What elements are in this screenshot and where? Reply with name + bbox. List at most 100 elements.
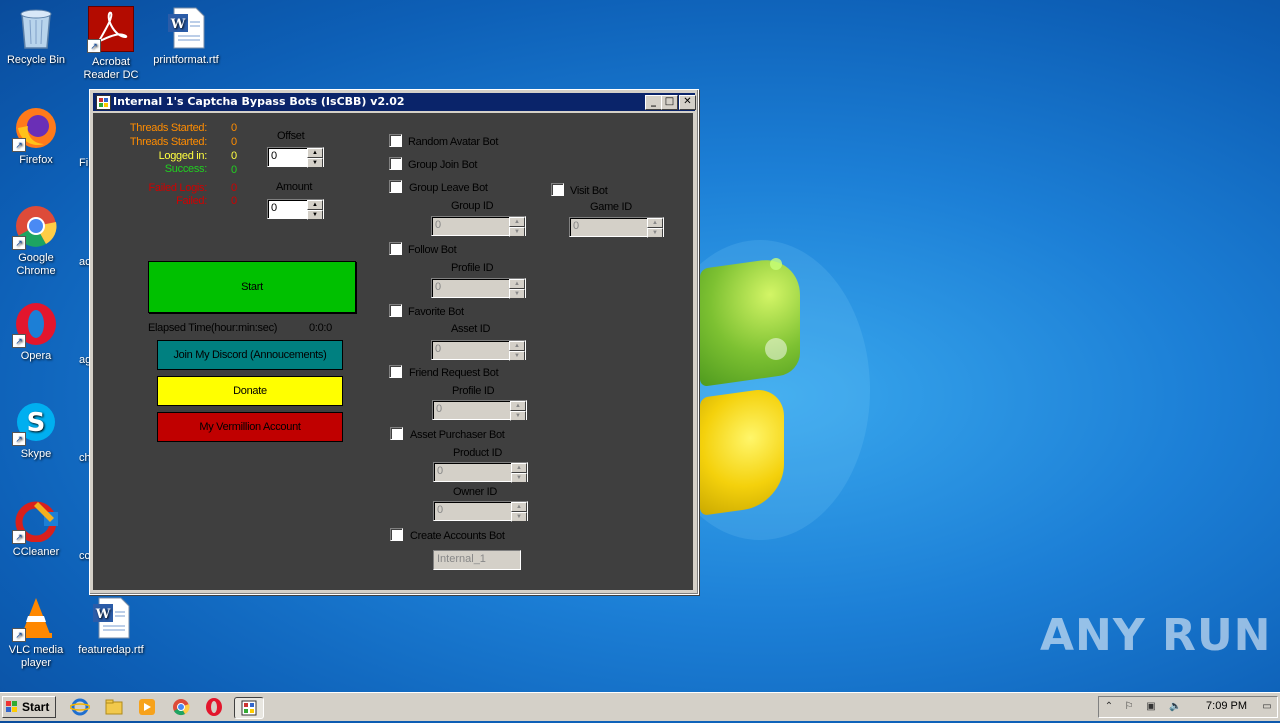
desktop-icon-printformat[interactable]: W printformat.rtf [150, 6, 222, 67]
owner-id-stepper-arrows[interactable]: ▲ ▼ [511, 502, 527, 522]
network-icon[interactable]: ▣ [1145, 701, 1157, 713]
visit-bot-label[interactable]: Visit Bot [570, 185, 608, 197]
word-document-icon: W [164, 6, 208, 50]
ie-icon[interactable] [69, 697, 91, 717]
stat-label-failed: Failed: [176, 195, 207, 207]
up-arrow-icon[interactable]: ▲ [509, 341, 525, 351]
down-arrow-icon[interactable]: ▼ [510, 411, 526, 421]
up-arrow-icon[interactable]: ▲ [509, 279, 525, 289]
chrome-taskbar-icon[interactable] [171, 697, 191, 717]
up-arrow-icon[interactable]: ▲ [307, 148, 323, 158]
desktop-icon-vlc[interactable]: ↗ VLC media player [0, 596, 72, 670]
desktop-icon-opera[interactable]: ↗ Opera [0, 302, 72, 363]
up-arrow-icon[interactable]: ▲ [511, 463, 527, 473]
down-arrow-icon[interactable]: ▼ [511, 473, 527, 483]
asset-id-stepper[interactable]: 0 ▲ ▼ [431, 340, 526, 361]
group-leave-bot-checkbox[interactable] [389, 180, 402, 193]
create-accounts-value: Internal_1 [437, 553, 486, 565]
down-arrow-icon[interactable]: ▼ [307, 158, 323, 168]
favorite-bot-checkbox[interactable] [389, 304, 402, 317]
asset-id-stepper-arrows[interactable]: ▲ ▼ [509, 341, 525, 361]
amount-stepper[interactable]: 0 ▲ ▼ [267, 199, 324, 220]
explorer-icon[interactable] [104, 697, 124, 717]
start-button-taskbar[interactable]: Start [2, 696, 56, 718]
desktop-icon-featuredap[interactable]: W featuredap.rtf [75, 596, 147, 657]
follow-bot-checkbox[interactable] [389, 242, 402, 255]
opera-taskbar-icon[interactable] [204, 697, 224, 717]
vermillion-account-button[interactable]: My Vermillion Account [157, 412, 343, 442]
up-arrow-icon[interactable]: ▲ [509, 217, 525, 227]
show-hidden-icons-icon[interactable]: ⌃ [1103, 701, 1115, 713]
favorite-bot-label[interactable]: Favorite Bot [408, 306, 464, 318]
down-arrow-icon[interactable]: ▼ [647, 228, 663, 238]
follow-profile-id-stepper[interactable]: 0 ▲ ▼ [431, 278, 526, 299]
create-accounts-input[interactable]: Internal_1 [433, 550, 521, 570]
random-avatar-bot-checkbox[interactable] [389, 134, 402, 147]
follow-bot-label[interactable]: Follow Bot [408, 244, 457, 256]
elapsed-time-label: Elapsed Time(hour:min:sec) [148, 322, 278, 334]
minimize-button[interactable]: _ [645, 95, 662, 110]
down-arrow-icon[interactable]: ▼ [509, 351, 525, 361]
amount-stepper-arrows[interactable]: ▲ ▼ [307, 200, 323, 220]
amount-label: Amount [276, 181, 313, 193]
group-id-stepper-arrows[interactable]: ▲ ▼ [509, 217, 525, 237]
show-desktop-icon[interactable]: ▭ [1261, 701, 1273, 713]
volume-icon[interactable]: 🔈 [1169, 701, 1181, 713]
friend-profile-id-stepper-arrows[interactable]: ▲ ▼ [510, 401, 526, 421]
desktop-icon-chrome[interactable]: ↗ Google Chrome [0, 204, 72, 278]
windows-flag-icon [6, 701, 17, 712]
desktop-icon-ccleaner[interactable]: ↗ CCleaner [0, 498, 72, 559]
owner-id-stepper[interactable]: 0 ▲ ▼ [433, 501, 528, 522]
game-id-stepper[interactable]: 0 ▲ ▼ [569, 217, 664, 238]
recycle-bin-icon [14, 6, 58, 50]
start-button[interactable]: Start [148, 261, 356, 313]
asset-purchaser-bot-checkbox[interactable] [390, 427, 403, 440]
shortcut-arrow-icon: ↗ [12, 628, 26, 642]
asset-purchaser-bot-label[interactable]: Asset Purchaser Bot [410, 429, 505, 441]
up-arrow-icon[interactable]: ▲ [511, 502, 527, 512]
offset-stepper[interactable]: 0 ▲ ▼ [267, 147, 324, 168]
up-arrow-icon[interactable]: ▲ [510, 401, 526, 411]
down-arrow-icon[interactable]: ▼ [307, 210, 323, 220]
friend-request-bot-label[interactable]: Friend Request Bot [409, 367, 499, 379]
action-center-flag-icon[interactable]: ⚐ [1123, 701, 1135, 713]
window-titlebar[interactable]: Internal 1's Captcha Bypass Bots (IsCBB)… [93, 93, 696, 111]
window-title: Internal 1's Captcha Bypass Bots (IsCBB)… [113, 95, 405, 108]
product-id-stepper-arrows[interactable]: ▲ ▼ [511, 463, 527, 483]
desktop-icon-recycle-bin[interactable]: Recycle Bin [0, 6, 72, 67]
desktop-icon-label: Google Chrome [16, 252, 56, 277]
up-arrow-icon[interactable]: ▲ [647, 218, 663, 228]
close-button[interactable]: ✕ [679, 95, 696, 110]
group-join-bot-checkbox[interactable] [389, 157, 402, 170]
visit-bot-checkbox[interactable] [551, 183, 564, 196]
friend-profile-id-stepper[interactable]: 0 ▲ ▼ [432, 400, 527, 421]
media-player-icon[interactable] [137, 697, 157, 717]
taskbar-clock[interactable]: 7:09 PM [1206, 700, 1247, 712]
create-accounts-bot-checkbox[interactable] [390, 528, 403, 541]
friend-request-bot-checkbox[interactable] [389, 365, 402, 378]
random-avatar-bot-label[interactable]: Random Avatar Bot [408, 136, 498, 148]
stat-value-failed: 0 [231, 195, 237, 207]
svg-text:S: S [27, 408, 46, 438]
down-arrow-icon[interactable]: ▼ [509, 289, 525, 299]
join-discord-button[interactable]: Join My Discord (Annoucements) [157, 340, 343, 370]
down-arrow-icon[interactable]: ▼ [509, 227, 525, 237]
group-join-bot-label[interactable]: Group Join Bot [408, 159, 477, 171]
create-accounts-bot-label[interactable]: Create Accounts Bot [410, 530, 505, 542]
desktop-icon-firefox[interactable]: ↗ Firefox [0, 106, 72, 167]
product-id-stepper[interactable]: 0 ▲ ▼ [433, 462, 528, 483]
desktop-icon-skype[interactable]: S ↗ Skype [0, 400, 72, 461]
app-taskbar-button[interactable] [234, 697, 264, 719]
game-id-value: 0 [573, 220, 580, 232]
group-leave-bot-label[interactable]: Group Leave Bot [409, 182, 488, 194]
group-id-stepper[interactable]: 0 ▲ ▼ [431, 216, 526, 237]
maximize-button[interactable]: □ [661, 95, 678, 110]
desktop-icon-acrobat[interactable]: ↗ Acrobat Reader DC [75, 6, 147, 82]
game-id-stepper-arrows[interactable]: ▲ ▼ [647, 218, 663, 238]
down-arrow-icon[interactable]: ▼ [511, 512, 527, 522]
follow-profile-id-stepper-arrows[interactable]: ▲ ▼ [509, 279, 525, 299]
donate-button[interactable]: Donate [157, 376, 343, 406]
offset-stepper-arrows[interactable]: ▲ ▼ [307, 148, 323, 168]
desktop-icon-label: printformat.rtf [153, 54, 219, 66]
up-arrow-icon[interactable]: ▲ [307, 200, 323, 210]
